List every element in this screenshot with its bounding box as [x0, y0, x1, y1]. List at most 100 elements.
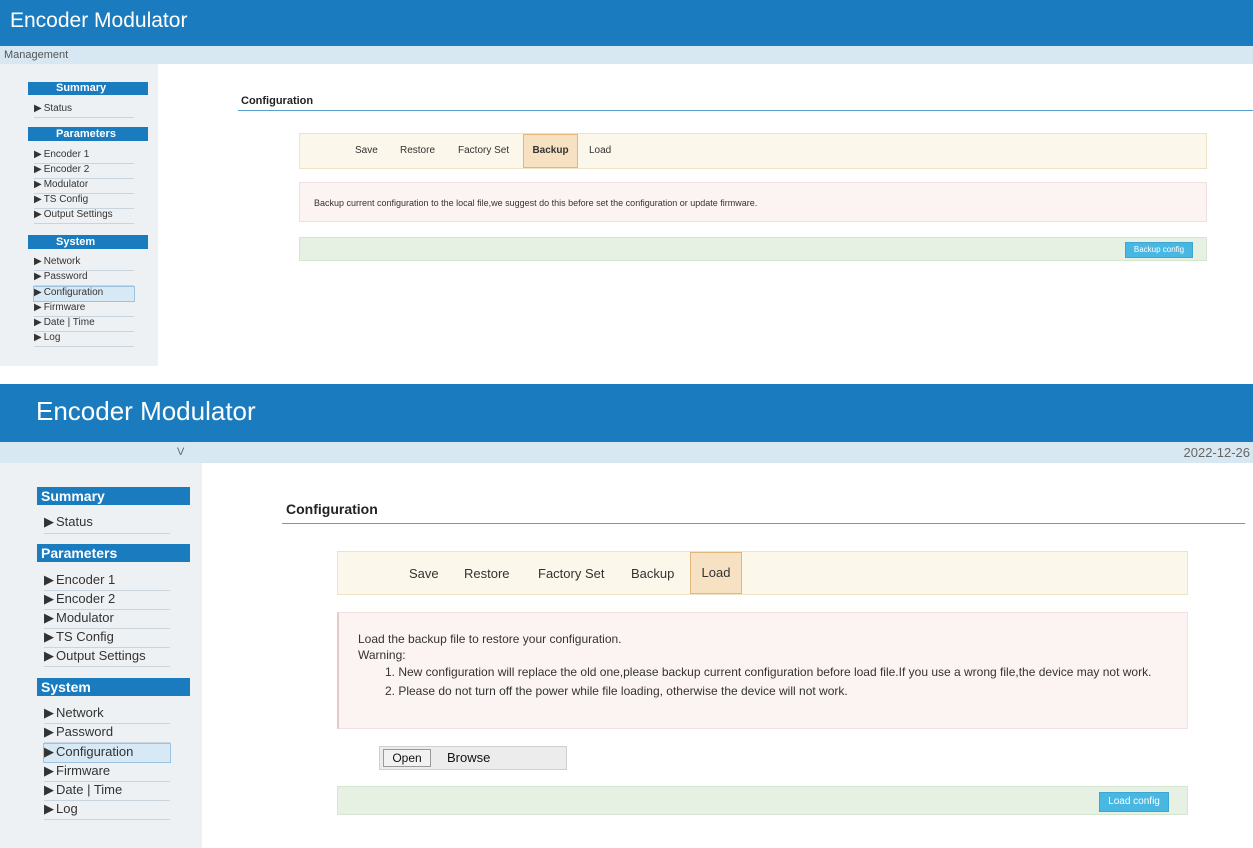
- sidebar-item-label: Encoder 1: [43, 149, 90, 160]
- sidebar-item-network[interactable]: ▶ Network: [44, 705, 170, 724]
- tab-restore[interactable]: Restore: [464, 566, 510, 581]
- load-screenshot-panel: Encoder Modulator V 2022-12-26 Summary ▶…: [0, 384, 1253, 848]
- sidebar-item-encoder-1[interactable]: ▶ Encoder 1: [44, 572, 170, 591]
- backup-screenshot-panel: Encoder Modulator Management Summary ▶ St…: [0, 0, 1253, 366]
- sidebar-item-label: Modulator: [43, 179, 89, 190]
- title-divider: [238, 110, 1253, 111]
- sidebar-item-configuration[interactable]: ▶ Configuration: [43, 743, 171, 763]
- tab-backup[interactable]: Backup: [631, 566, 674, 581]
- app-header: Encoder Modulator: [0, 0, 1253, 46]
- sidebar-section-parameters: Parameters: [37, 544, 190, 562]
- triangle-right-icon: ▶: [44, 514, 54, 529]
- tab-restore[interactable]: Restore: [400, 145, 435, 156]
- sidebar-item-password[interactable]: ▶ Password: [34, 271, 134, 286]
- subbar-left-marker: V: [177, 446, 185, 458]
- sidebar-item-encoder-2[interactable]: ▶ Encoder 2: [44, 591, 170, 610]
- triangle-right-icon: ▶: [44, 648, 54, 663]
- sidebar-item-label: Password: [43, 271, 88, 282]
- action-bar: Backup config: [299, 237, 1207, 261]
- info-message: Load the backup file to restore your con…: [337, 612, 1188, 729]
- sidebar-item-ts-config[interactable]: ▶ TS Config: [34, 194, 134, 209]
- sidebar-section-system: System: [37, 678, 190, 696]
- triangle-right-icon: ▶: [34, 332, 42, 343]
- triangle-right-icon: ▶: [44, 763, 54, 778]
- top-subbar: Management: [0, 46, 1253, 64]
- sidebar-item-label: Firmware: [43, 302, 86, 313]
- sidebar-section-summary: Summary: [37, 487, 190, 505]
- sidebar-item-status[interactable]: ▶ Status: [34, 103, 134, 118]
- triangle-right-icon: ▶: [44, 744, 54, 759]
- tab-factory-set[interactable]: Factory Set: [458, 145, 509, 156]
- sidebar-item-date-time[interactable]: ▶ Date | Time: [34, 317, 134, 332]
- sidebar-item-label: Configuration: [56, 744, 134, 759]
- tab-backup[interactable]: Backup: [523, 134, 578, 168]
- page-title: Configuration: [241, 95, 314, 107]
- file-input[interactable]: Open Browse: [379, 746, 567, 770]
- sidebar-item-modulator[interactable]: ▶ Modulator: [44, 610, 170, 629]
- triangle-right-icon: ▶: [44, 572, 54, 587]
- sidebar-item-output-settings[interactable]: ▶ Output Settings: [44, 648, 170, 667]
- sidebar-item-ts-config[interactable]: ▶ TS Config: [44, 629, 170, 648]
- sidebar-item-network[interactable]: ▶ Network: [34, 256, 134, 271]
- app-title: Encoder Modulator: [36, 396, 256, 426]
- action-bar: Load config: [337, 786, 1188, 815]
- triangle-right-icon: ▶: [34, 209, 42, 220]
- app-title: Encoder Modulator: [10, 9, 188, 32]
- triangle-right-icon: ▶: [34, 179, 42, 190]
- sidebar-item-label: Network: [43, 256, 81, 267]
- triangle-right-icon: ▶: [44, 801, 54, 816]
- tab-load[interactable]: Load: [589, 145, 611, 156]
- triangle-right-icon: ▶: [34, 256, 42, 267]
- triangle-right-icon: ▶: [34, 271, 42, 282]
- sidebar-item-label: Date | Time: [43, 317, 95, 328]
- sidebar-item-firmware[interactable]: ▶ Firmware: [34, 302, 134, 317]
- triangle-right-icon: ▶: [34, 302, 42, 313]
- triangle-right-icon: ▶: [34, 164, 42, 175]
- info-warning-item-2: 2. Please do not turn off the power whil…: [385, 684, 848, 698]
- page-title: Configuration: [286, 501, 378, 517]
- sidebar-item-label: Date | Time: [56, 782, 123, 797]
- sidebar-item-firmware[interactable]: ▶ Firmware: [44, 763, 170, 782]
- tab-load[interactable]: Load: [690, 552, 742, 594]
- sidebar-item-log[interactable]: ▶ Log: [34, 332, 134, 347]
- subbar-management-label: Management: [4, 49, 69, 61]
- sidebar-item-label: TS Config: [56, 629, 114, 644]
- open-file-button[interactable]: Open: [383, 749, 431, 767]
- sidebar-item-label: Network: [56, 705, 104, 720]
- backup-config-button[interactable]: Backup config: [1125, 242, 1193, 258]
- sidebar-item-label: Firmware: [56, 763, 111, 778]
- sidebar-item-date-time[interactable]: ▶ Date | Time: [44, 782, 170, 801]
- tab-bar: Save Restore Factory Set Backup Load: [337, 551, 1188, 595]
- triangle-right-icon: ▶: [34, 149, 42, 160]
- triangle-right-icon: ▶: [44, 591, 54, 606]
- info-warning-label: Warning:: [358, 648, 406, 662]
- triangle-right-icon: ▶: [44, 724, 54, 739]
- sidebar-item-encoder-1[interactable]: ▶ Encoder 1: [34, 149, 134, 164]
- sidebar-item-label: Status: [56, 514, 93, 529]
- triangle-right-icon: ▶: [34, 317, 42, 328]
- sidebar-item-password[interactable]: ▶ Password: [44, 724, 170, 743]
- sidebar-item-status[interactable]: ▶ Status: [44, 514, 170, 534]
- tab-save[interactable]: Save: [355, 145, 378, 156]
- info-warning-item-1: 1. New configuration will replace the ol…: [385, 665, 1152, 679]
- triangle-right-icon: ▶: [44, 610, 54, 625]
- sidebar-item-modulator[interactable]: ▶ Modulator: [34, 179, 134, 194]
- top-subbar: V 2022-12-26: [0, 442, 1253, 463]
- sidebar-item-configuration[interactable]: ▶ Configuration: [33, 286, 135, 302]
- sidebar-item-label: Log: [43, 332, 61, 343]
- triangle-right-icon: ▶: [34, 287, 42, 298]
- sidebar-item-label: Configuration: [43, 287, 104, 298]
- sidebar-item-output-settings[interactable]: ▶ Output Settings: [34, 209, 134, 224]
- sidebar-item-log[interactable]: ▶ Log: [44, 801, 170, 820]
- sidebar-item-encoder-2[interactable]: ▶ Encoder 2: [34, 164, 134, 179]
- tab-factory-set[interactable]: Factory Set: [538, 566, 604, 581]
- app-header: Encoder Modulator: [0, 384, 1253, 442]
- load-config-button[interactable]: Load config: [1099, 792, 1169, 812]
- sidebar-item-label: Encoder 2: [43, 164, 90, 175]
- sidebar-item-label: Status: [43, 103, 73, 114]
- sidebar-item-label: Password: [56, 724, 114, 739]
- sidebar-section-system: System: [28, 235, 148, 249]
- tab-save[interactable]: Save: [409, 566, 439, 581]
- sidebar-section-parameters: Parameters: [28, 127, 148, 141]
- triangle-right-icon: ▶: [34, 103, 42, 114]
